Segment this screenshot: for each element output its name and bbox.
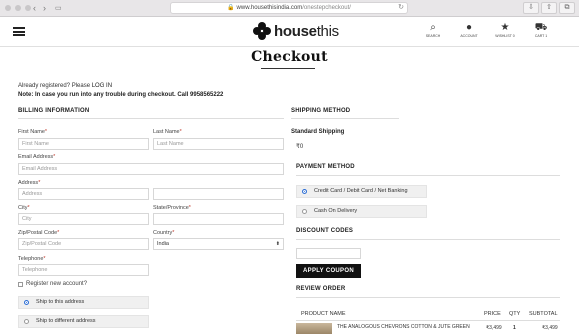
- country-select[interactable]: India ⬍: [153, 238, 284, 250]
- city-input[interactable]: City: [18, 213, 149, 225]
- lock-icon: 🔒: [227, 5, 235, 11]
- payment-heading: PAYMENT METHOD: [296, 164, 355, 170]
- nav-account[interactable]: ● ACCOUNT: [451, 21, 487, 38]
- product-thumbnail[interactable]: [296, 323, 332, 334]
- register-label: Register new account?: [26, 281, 88, 287]
- back-arrow-icon[interactable]: ‹: [33, 3, 36, 13]
- product-price: ₹3,499: [486, 325, 502, 331]
- discount-heading: DISCOUNT CODES: [296, 228, 354, 234]
- account-icon: ●: [465, 22, 473, 33]
- last-name-input[interactable]: Last Name: [153, 138, 284, 150]
- product-qty: 1: [513, 325, 516, 331]
- nav-search[interactable]: ⌕ SEARCH: [415, 21, 451, 38]
- logo-text: housethis: [274, 22, 339, 40]
- register-checkbox[interactable]: [18, 282, 23, 287]
- billing-heading: BILLING INFORMATION: [18, 108, 90, 114]
- maximize-window-button[interactable]: [25, 5, 31, 11]
- col-subtotal: SUBTOTAL: [529, 311, 558, 317]
- first-name-input[interactable]: First Name: [18, 138, 149, 150]
- title-underline: [261, 68, 315, 69]
- ship-different-option[interactable]: Ship to different address: [18, 315, 149, 328]
- browser-toolbar: ‹ › ▭ 🔒 www.housethisindia.com/onestepche…: [0, 0, 579, 17]
- support-note: Note: In case you run into any trouble d…: [18, 92, 224, 98]
- star-icon: ★: [500, 22, 510, 33]
- logo-flower-icon: [253, 22, 271, 40]
- address-line1-input[interactable]: Address: [18, 188, 149, 200]
- url-path: /onestepcheckout/: [302, 5, 351, 11]
- billing-divider: [18, 118, 284, 119]
- site-logo[interactable]: housethis: [253, 22, 339, 40]
- payment-option-cod[interactable]: Cash On Delivery: [296, 205, 427, 218]
- download-icon[interactable]: ⇩: [523, 2, 539, 14]
- postal-label: Zip/Postal Code*: [18, 230, 60, 236]
- reload-icon[interactable]: ↻: [398, 3, 404, 13]
- login-link[interactable]: LOG IN: [92, 83, 112, 89]
- col-qty: QTY: [509, 311, 521, 317]
- nav-wishlist[interactable]: ★ WISHLIST 0: [487, 21, 523, 38]
- last-name-label: Last Name*: [153, 129, 182, 135]
- ship-different-radio[interactable]: [24, 319, 29, 324]
- discount-divider: [296, 239, 560, 240]
- shipping-divider: [291, 118, 399, 119]
- payment-divider: [296, 175, 560, 176]
- shipping-price: ₹0: [296, 144, 304, 150]
- postal-input[interactable]: Zip/Postal Code: [18, 238, 149, 250]
- cart-icon: ⛟: [534, 22, 548, 33]
- url-host: www.housethisindia.com: [236, 5, 303, 11]
- chevron-down-icon: ⬍: [275, 241, 280, 247]
- address-line2-input[interactable]: [153, 188, 284, 200]
- shipping-method-name: Standard Shipping: [291, 129, 345, 135]
- city-label: City*: [18, 205, 30, 211]
- sidebar-toggle-icon[interactable]: ▭: [55, 4, 62, 14]
- first-name-label: First Name*: [18, 129, 48, 135]
- registered-prompt: Already registered? Please LOG IN: [18, 83, 113, 89]
- email-label: Email Address*: [18, 154, 56, 160]
- telephone-label: Telephone*: [18, 256, 46, 262]
- coupon-input[interactable]: [296, 248, 361, 259]
- col-product-name: PRODUCT NAME: [301, 311, 346, 317]
- ship-same-radio[interactable]: [24, 300, 29, 305]
- state-label: State/Province*: [153, 205, 191, 211]
- menu-icon[interactable]: [13, 27, 25, 36]
- product-name[interactable]: THE ANALOGOUS CHEVRONS COTTON & JUTE GRE…: [337, 324, 477, 330]
- review-heading: REVIEW ORDER: [296, 286, 346, 292]
- search-icon: ⌕: [430, 22, 436, 33]
- payment-option-card[interactable]: Credit Card / Debit Card / Net Banking: [296, 185, 427, 198]
- email-input[interactable]: Email Address: [18, 163, 284, 175]
- payment-cod-radio[interactable]: [302, 209, 307, 214]
- country-label: Country*: [153, 230, 175, 236]
- nav-cart[interactable]: ⛟ CART 1: [523, 21, 559, 38]
- page-title: Checkout: [251, 49, 328, 65]
- col-price: PRICE: [484, 311, 501, 317]
- window-controls: [5, 5, 31, 11]
- ship-same-option[interactable]: Ship to this address: [18, 296, 149, 309]
- table-header-divider: [296, 320, 560, 321]
- forward-arrow-icon[interactable]: ›: [43, 3, 46, 13]
- address-label: Address*: [18, 180, 41, 186]
- close-window-button[interactable]: [5, 5, 11, 11]
- product-subtotal: ₹3,499: [542, 325, 558, 331]
- address-bar[interactable]: 🔒 www.housethisindia.com/onestepcheckout/…: [170, 2, 408, 14]
- minimize-window-button[interactable]: [15, 5, 21, 11]
- site-header: housethis ⌕ SEARCH ● ACCOUNT ★ WISHLIST 0 ⛟…: [0, 17, 579, 47]
- review-divider: [296, 297, 560, 298]
- share-icon[interactable]: ⇧: [541, 2, 557, 14]
- state-input[interactable]: [153, 213, 284, 225]
- tabs-overview-icon[interactable]: ⧉: [559, 2, 575, 14]
- telephone-input[interactable]: Telephone: [18, 264, 149, 276]
- shipping-heading: SHIPPING METHOD: [291, 108, 351, 114]
- payment-card-radio[interactable]: [302, 189, 307, 194]
- apply-coupon-button[interactable]: APPLY COUPON: [296, 264, 361, 278]
